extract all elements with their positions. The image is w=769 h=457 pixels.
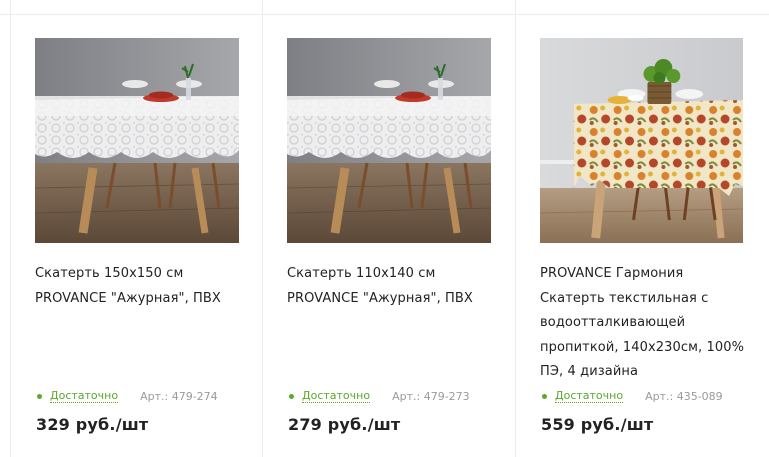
product-title[interactable]: PROVANCE Гармония Скатерть текстильная с…	[540, 262, 755, 385]
stock-status-link[interactable]: Достаточно	[302, 389, 371, 403]
product-card[interactable]: PROVANCE Гармония Скатерть текстильная с…	[516, 0, 769, 457]
product-title[interactable]: Скатерть 150х150 см PROVANCE "Ажурная", …	[35, 262, 250, 311]
stock-info: Достаточно Арт.: 435-089	[542, 388, 723, 404]
product-card[interactable]: Скатерть 150х150 см PROVANCE "Ажурная", …	[10, 0, 263, 457]
product-grid: Скатерть 150х150 см PROVANCE "Ажурная", …	[0, 0, 769, 457]
product-title-line[interactable]: пропиткой, 140х230см, 100%	[540, 336, 755, 361]
product-title-line[interactable]: PROVANCE "Ажурная", ПВХ	[287, 287, 502, 312]
product-card[interactable]: Скатерть 110х140 см PROVANCE "Ажурная", …	[263, 0, 516, 457]
stock-info: Достаточно Арт.: 479-274	[37, 388, 218, 404]
product-title-line[interactable]: PROVANCE Гармония	[540, 262, 755, 287]
product-price: 329 руб./шт	[36, 415, 149, 434]
stock-status-dot-icon	[289, 393, 294, 399]
stock-info: Достаточно Арт.: 479-273	[289, 388, 470, 404]
product-title-line[interactable]: Скатерть текстильная с	[540, 287, 755, 312]
product-title[interactable]: Скатерть 110х140 см PROVANCE "Ажурная", …	[287, 262, 502, 311]
product-image[interactable]	[540, 38, 743, 243]
stock-status-link[interactable]: Достаточно	[555, 389, 624, 403]
stock-status-dot-icon	[37, 393, 42, 399]
stock-status-link[interactable]: Достаточно	[50, 389, 119, 403]
product-title-line[interactable]: Скатерть 150х150 см	[35, 262, 250, 287]
product-price: 279 руб./шт	[288, 415, 401, 434]
product-title-line[interactable]: PROVANCE "Ажурная", ПВХ	[35, 287, 250, 312]
product-title-line[interactable]: Скатерть 110х140 см	[287, 262, 502, 287]
article-number: Арт.: 479-274	[140, 389, 218, 403]
stock-status-dot-icon	[542, 393, 547, 399]
product-title-line[interactable]: водоотталкивающей	[540, 311, 755, 336]
article-number: Арт.: 435-089	[645, 389, 723, 403]
product-price: 559 руб./шт	[541, 415, 654, 434]
product-image[interactable]	[35, 38, 239, 243]
article-number: Арт.: 479-273	[392, 389, 470, 403]
product-image[interactable]	[287, 38, 491, 243]
product-title-line[interactable]: ПЭ, 4 дизайна	[540, 360, 755, 385]
